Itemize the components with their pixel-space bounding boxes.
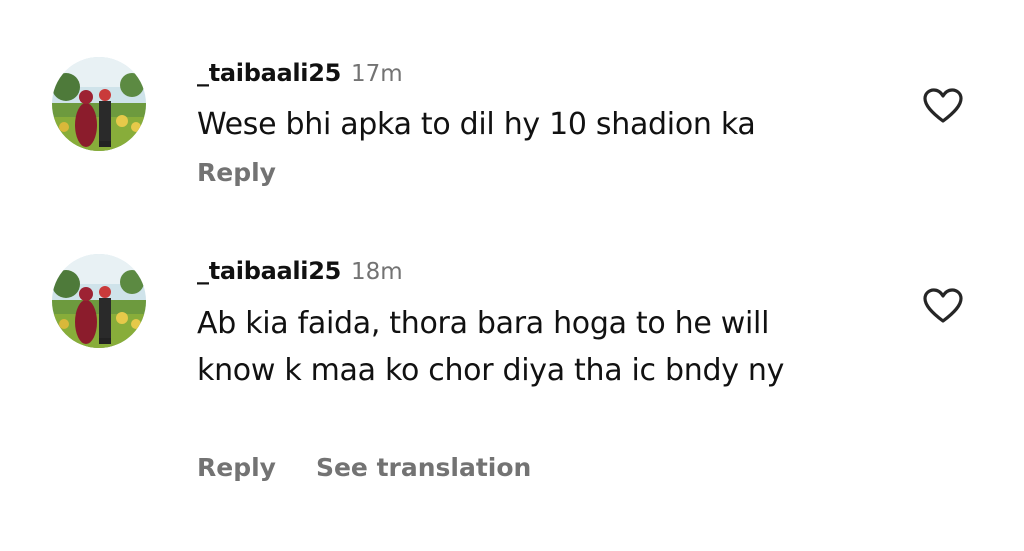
reply-button[interactable]: Reply xyxy=(197,158,276,187)
avatar[interactable] xyxy=(52,254,146,348)
comment-timestamp: 17m xyxy=(351,61,403,87)
reply-button[interactable]: Reply xyxy=(197,453,276,482)
avatar-photo xyxy=(52,254,146,348)
see-translation-button[interactable]: See translation xyxy=(316,453,531,482)
comment-actions: Reply See translation xyxy=(197,453,571,486)
comment-actions: Reply xyxy=(197,158,316,191)
heart-outline-icon[interactable] xyxy=(923,88,963,124)
comment-text: Wese bhi apka to dil hy 10 shadion ka xyxy=(197,107,756,142)
comment-meta: _taibaali25 18m xyxy=(197,256,403,289)
avatar[interactable] xyxy=(52,57,146,151)
comment-timestamp: 18m xyxy=(351,259,403,285)
comment-text: Ab kia faida, thora bara hoga to he will… xyxy=(197,306,785,388)
username-link[interactable]: _taibaali25 xyxy=(197,257,341,285)
avatar-photo xyxy=(52,57,146,151)
username-link[interactable]: _taibaali25 xyxy=(197,59,341,87)
comment-meta: _taibaali25 17m xyxy=(197,58,403,91)
heart-outline-icon[interactable] xyxy=(923,288,963,324)
